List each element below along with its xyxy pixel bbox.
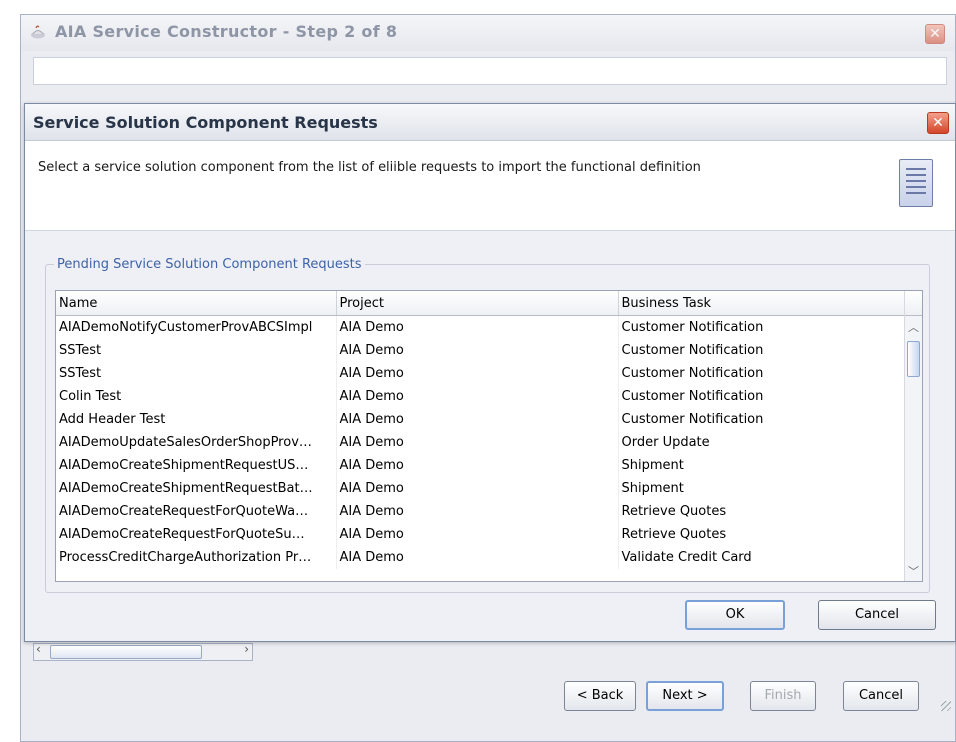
cell-business-task: Validate Credit Card <box>618 546 905 569</box>
scroll-left-icon[interactable]: ‹ <box>36 642 41 656</box>
dialog-header: Select a service solution component from… <box>25 141 955 231</box>
cell-project: AIA Demo <box>336 315 619 339</box>
table-row[interactable]: Add Header Test AIA Demo Customer Notifica… <box>56 408 905 431</box>
scroll-down-icon[interactable]: ﹀ <box>908 563 919 579</box>
cell-project: AIA Demo <box>336 546 619 569</box>
table-row[interactable]: ProcessCreditChargeAuthorization Pr… AIA … <box>56 546 905 569</box>
scroll-thumb[interactable] <box>50 645 202 659</box>
resize-grip-icon[interactable] <box>941 701 951 711</box>
table-row[interactable]: AIADemoCreateShipmentRequestUS… AIA Demo S… <box>56 454 905 477</box>
cell-project: AIA Demo <box>336 362 619 385</box>
requests-table: Name Project Business Task AIADemoNotify… <box>55 290 923 582</box>
cell-name: AIADemoCreateShipmentRequestUS… <box>56 454 337 477</box>
pending-requests-group: Pending Service Solution Component Reque… <box>45 257 930 593</box>
cell-business-task: Customer Notification <box>618 315 905 339</box>
dialog-title: Service Solution Component Requests <box>33 113 378 132</box>
instructions-text: Select a service solution component from… <box>38 160 701 175</box>
wizard-progress-strip <box>33 57 947 85</box>
cell-name: AIADemoCreateRequestForQuoteWa… <box>56 500 337 523</box>
cell-project: AIA Demo <box>336 523 619 546</box>
table-row[interactable]: AIADemoCreateRequestForQuoteSu… AIA Demo R… <box>56 523 905 546</box>
wizard-title: AIA Service Constructor - Step 2 of 8 <box>55 22 398 41</box>
cell-project: AIA Demo <box>336 500 619 523</box>
cell-name: AIADemoCreateRequestForQuoteSu… <box>56 523 337 546</box>
dialog-title-bar: Service Solution Component Requests ✕ <box>25 104 955 141</box>
scroll-right-icon[interactable]: › <box>244 642 249 656</box>
requests-dialog: Service Solution Component Requests ✕ Se… <box>24 103 956 642</box>
back-button[interactable]: < Back <box>564 681 636 711</box>
app-icon <box>31 25 45 39</box>
table-row[interactable]: AIADemoCreateShipmentRequestBat… AIA Demo… <box>56 477 905 500</box>
cell-name: ProcessCreditChargeAuthorization Pr… <box>56 546 337 569</box>
cell-name: Colin Test <box>56 385 337 408</box>
column-header-business-task[interactable]: Business Task <box>618 291 905 316</box>
wizard-close-icon[interactable]: ✕ <box>925 24 945 44</box>
cell-business-task: Retrieve Quotes <box>618 500 905 523</box>
dialog-cancel-button[interactable]: Cancel <box>818 600 936 630</box>
wizard-cancel-button[interactable]: Cancel <box>843 681 919 711</box>
cell-project: AIA Demo <box>336 454 619 477</box>
cell-project: AIA Demo <box>336 477 619 500</box>
table-row[interactable]: SSTest AIA Demo Customer Notification <box>56 362 905 385</box>
cell-business-task: Retrieve Quotes <box>618 523 905 546</box>
cell-name: AIADemoCreateShipmentRequestBat… <box>56 477 337 500</box>
cell-name: SSTest <box>56 362 337 385</box>
cell-project: AIA Demo <box>336 431 619 454</box>
table-row[interactable]: AIADemoNotifyCustomerProvABCSImpl AIA Dem… <box>56 315 905 339</box>
cell-business-task: Customer Notification <box>618 339 905 362</box>
cell-name: AIADemoNotifyCustomerProvABCSImpl <box>56 315 337 339</box>
horizontal-scrollbar[interactable]: ‹ › <box>33 642 253 661</box>
table-row[interactable]: Colin Test AIA Demo Customer Notification <box>56 385 905 408</box>
cell-business-task: Shipment <box>618 477 905 500</box>
ok-button[interactable]: OK <box>685 600 785 630</box>
scroll-thumb[interactable] <box>907 341 920 377</box>
document-icon <box>899 159 933 207</box>
wizard-title-bar: AIA Service Constructor - Step 2 of 8 ✕ <box>21 15 955 51</box>
cell-business-task: Shipment <box>618 454 905 477</box>
table-row[interactable]: AIADemoCreateRequestForQuoteWa… AIA Demo R… <box>56 500 905 523</box>
cell-business-task: Order Update <box>618 431 905 454</box>
scroll-up-icon[interactable]: ︿ <box>908 319 919 335</box>
cell-project: AIA Demo <box>336 385 619 408</box>
cell-business-task: Customer Notification <box>618 385 905 408</box>
dialog-close-icon[interactable]: ✕ <box>927 112 949 134</box>
group-title: Pending Service Solution Component Reque… <box>57 257 362 272</box>
cell-name: SSTest <box>56 339 337 362</box>
table-header-row: Name Project Business Task <box>56 291 905 316</box>
next-button[interactable]: Next > <box>646 681 724 711</box>
cell-name: AIADemoUpdateSalesOrderShopProv… <box>56 431 337 454</box>
table-row[interactable]: SSTest AIA Demo Customer Notification <box>56 339 905 362</box>
cell-name: Add Header Test <box>56 408 337 431</box>
cell-project: AIA Demo <box>336 339 619 362</box>
cell-project: AIA Demo <box>336 408 619 431</box>
finish-button[interactable]: Finish <box>750 681 816 711</box>
cell-business-task: Customer Notification <box>618 362 905 385</box>
cell-business-task: Customer Notification <box>618 408 905 431</box>
column-header-project[interactable]: Project <box>336 291 619 316</box>
vertical-scrollbar[interactable]: ︿ ﹀ <box>904 291 922 581</box>
column-header-name[interactable]: Name <box>56 291 337 316</box>
table-row[interactable]: AIADemoUpdateSalesOrderShopProv… AIA Demo… <box>56 431 905 454</box>
